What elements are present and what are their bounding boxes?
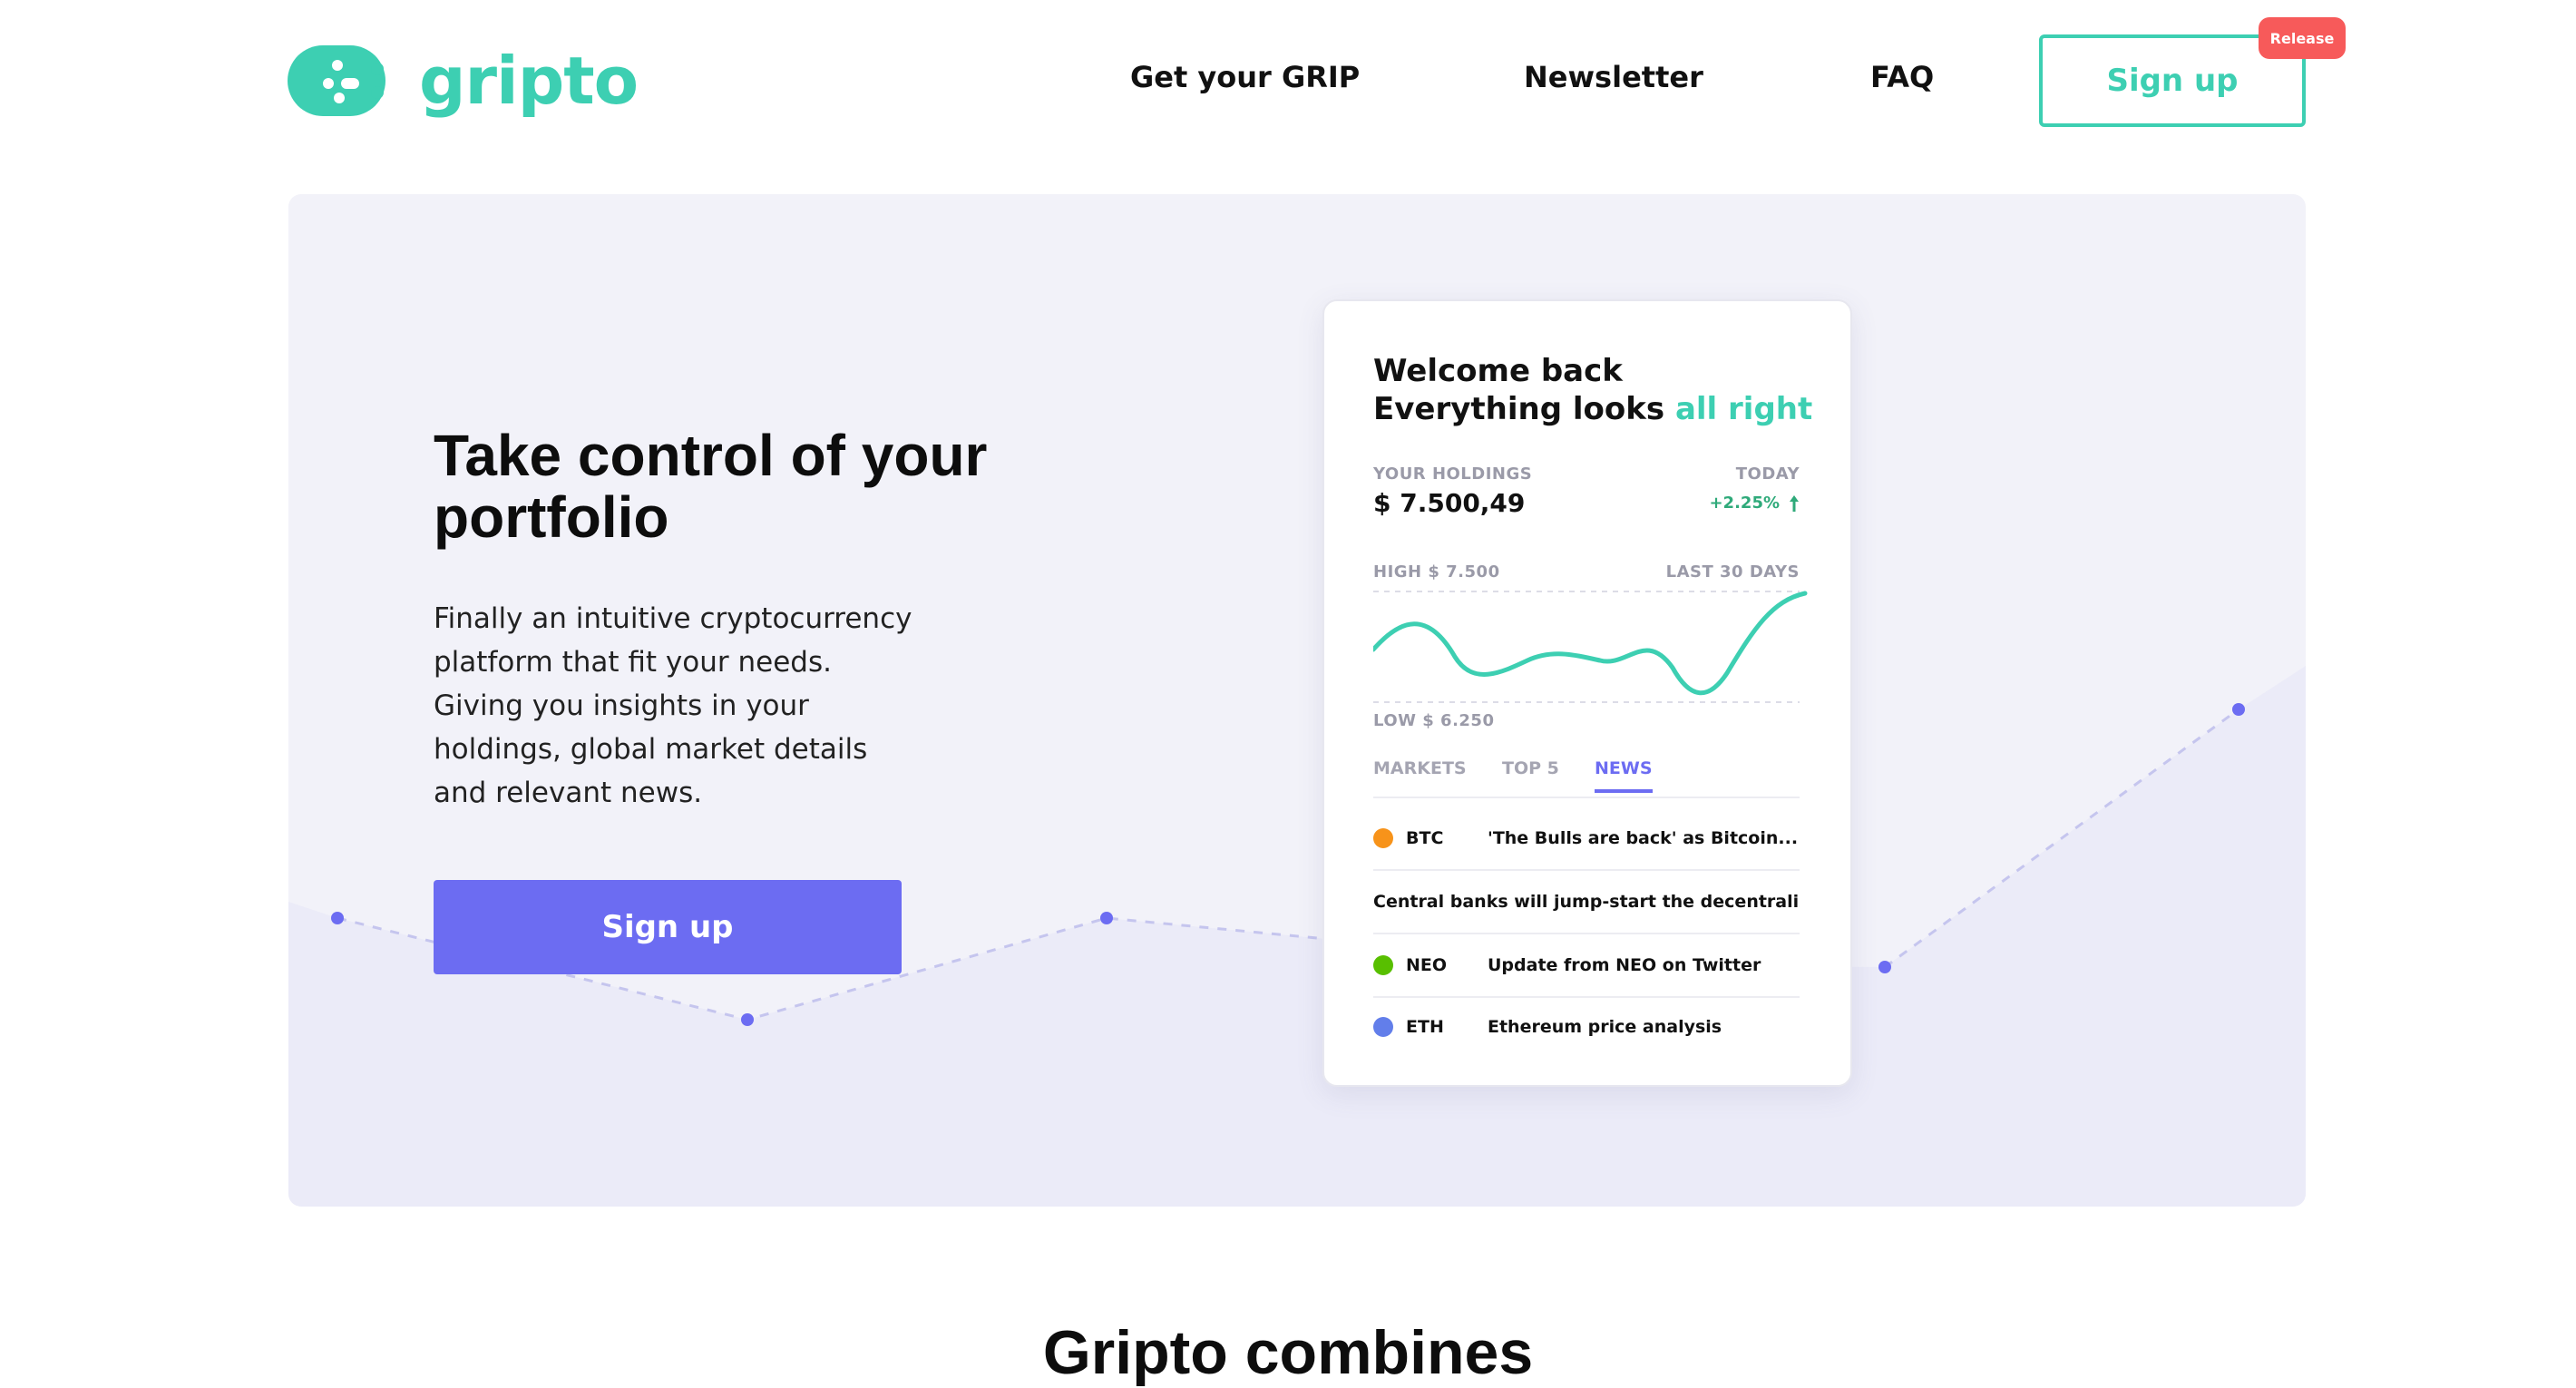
news-headline: Ethereum price analysis xyxy=(1488,1017,1722,1037)
tab-news[interactable]: NEWS xyxy=(1595,758,1653,793)
news-ticker: ETH xyxy=(1406,1017,1444,1037)
news-item[interactable]: Central banks will jump-start the decent… xyxy=(1373,871,1800,934)
arrow-up-icon xyxy=(1790,494,1799,512)
today-change: +2.25% xyxy=(1709,494,1800,513)
nav-faq[interactable]: FAQ xyxy=(1870,60,1934,94)
news-headline: Update from NEO on Twitter xyxy=(1488,955,1761,975)
news-headline: 'The Bulls are back' as Bitcoin... xyxy=(1488,828,1799,848)
news-item[interactable]: NEO Update from NEO on Twitter xyxy=(1373,934,1800,998)
news-item[interactable]: BTC 'The Bulls are back' as Bitcoin... xyxy=(1373,807,1800,871)
holdings-label: YOUR HOLDINGS xyxy=(1373,464,1533,484)
graph-point xyxy=(1100,912,1113,924)
graph-point xyxy=(2232,703,2245,716)
dashboard-preview-card: Welcome back Everything looks all right … xyxy=(1322,299,1852,1087)
chart-low-label: LOW $ 6.250 xyxy=(1373,711,1495,730)
hero-description: Finally an intuitive cryptocurrency plat… xyxy=(434,602,912,809)
brand-logo[interactable]: gripto xyxy=(287,40,639,122)
graph-point xyxy=(331,912,344,924)
brand-name: gripto xyxy=(419,43,639,119)
today-label: TODAY xyxy=(1735,464,1800,484)
welcome-line-2-prefix: Everything looks xyxy=(1373,391,1665,427)
hero-section: Take control of your portfolio Finally a… xyxy=(288,194,2306,1207)
news-headline: Central banks will jump-start the decent… xyxy=(1373,892,1800,912)
gripto-logo-icon xyxy=(288,45,385,116)
welcome-line-2: Everything looks all right xyxy=(1373,390,1812,428)
welcome-line-1: Welcome back xyxy=(1373,353,1623,389)
tab-markets[interactable]: MARKETS xyxy=(1373,758,1467,778)
holdings-line-chart xyxy=(1373,591,1808,703)
news-ticker: NEO xyxy=(1406,955,1448,975)
bitcoin-icon xyxy=(1373,828,1393,848)
tab-top-5[interactable]: TOP 5 xyxy=(1502,758,1559,778)
graph-point xyxy=(1878,961,1891,973)
ethereum-icon xyxy=(1373,1017,1393,1037)
hero-signup-button[interactable]: Sign up xyxy=(434,880,902,974)
dashboard-tabs: MARKETS TOP 5 NEWS xyxy=(1373,758,1800,798)
nav-newsletter[interactable]: Newsletter xyxy=(1524,60,1703,94)
news-item[interactable]: ETH Ethereum price analysis xyxy=(1373,996,1800,1058)
section-title: Gripto combines xyxy=(1042,1318,1534,1387)
welcome-message: Welcome back Everything looks all right xyxy=(1373,352,1812,428)
release-badge: Release xyxy=(2259,17,2346,59)
header-signup-label: Sign up xyxy=(2106,63,2239,99)
graph-point xyxy=(741,1013,754,1026)
hero-title: Take control of your portfolio xyxy=(434,423,988,550)
welcome-line-2-accent: all right xyxy=(1674,391,1813,427)
holdings-value: $ 7.500,49 xyxy=(1373,488,1526,518)
today-change-value: +2.25% xyxy=(1709,494,1780,513)
nav-get-your-grip[interactable]: Get your GRIP xyxy=(1130,60,1360,94)
hero-signup-label: Sign up xyxy=(601,909,734,945)
news-ticker: BTC xyxy=(1406,828,1444,848)
neo-icon xyxy=(1373,955,1393,975)
